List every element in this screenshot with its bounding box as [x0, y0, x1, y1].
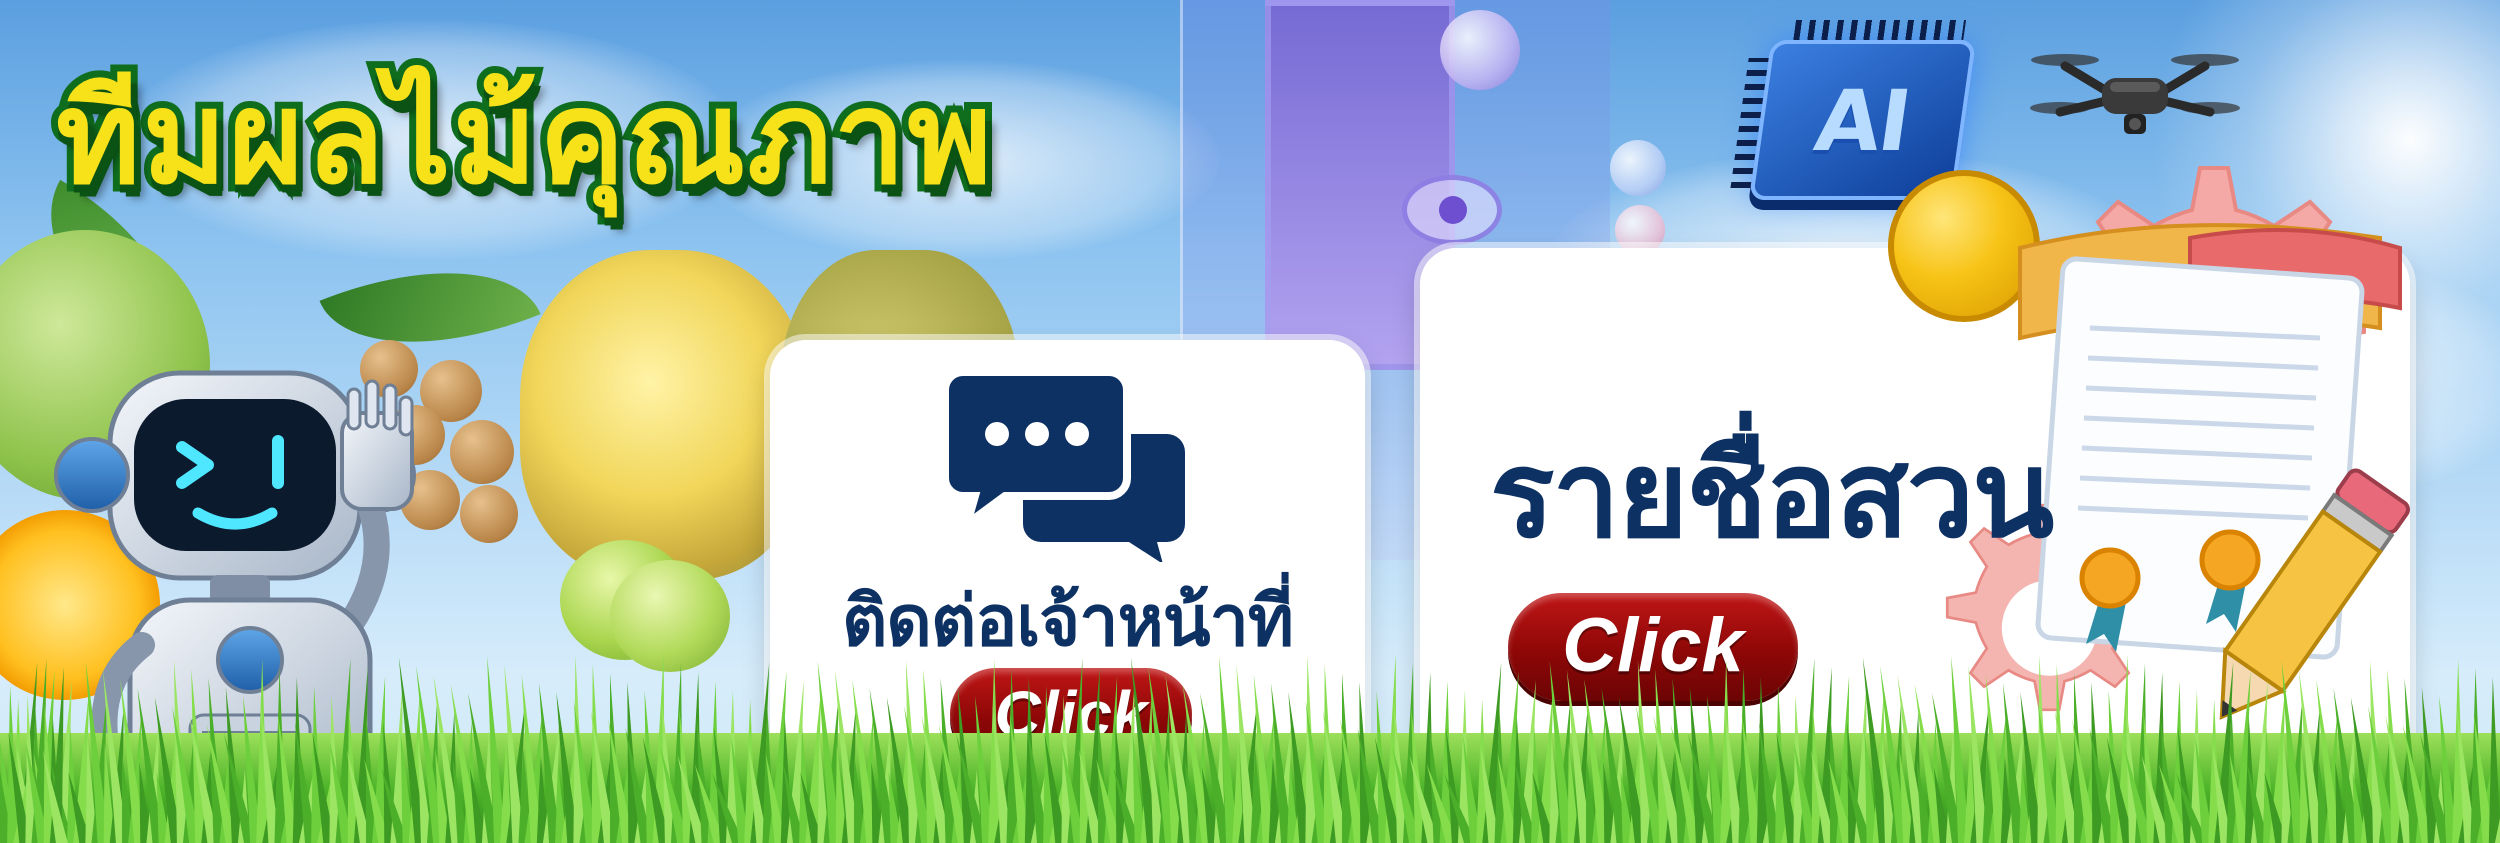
chat-bubbles-icon — [945, 372, 1185, 562]
agri-banner: AI ทีมผลไม้คุณภาพ ติดต่อเจ้าหน้าที่ Clic… — [0, 0, 2500, 843]
grass-foreground — [0, 654, 2500, 843]
banner-title: ทีมผลไม้คุณภาพ — [49, 57, 999, 220]
eye-icon — [1402, 175, 1502, 245]
ai-chip-label: AI — [1809, 72, 1916, 170]
tech-orb — [1440, 10, 1520, 90]
garden-list-label: รายชื่อสวน — [1490, 426, 2054, 565]
banner-title-wrap: ทีมผลไม้คุณภาพ — [49, 36, 999, 226]
chip-pins — [1793, 20, 1967, 40]
durian-fruit — [520, 250, 810, 580]
tech-orb — [1610, 140, 1666, 196]
